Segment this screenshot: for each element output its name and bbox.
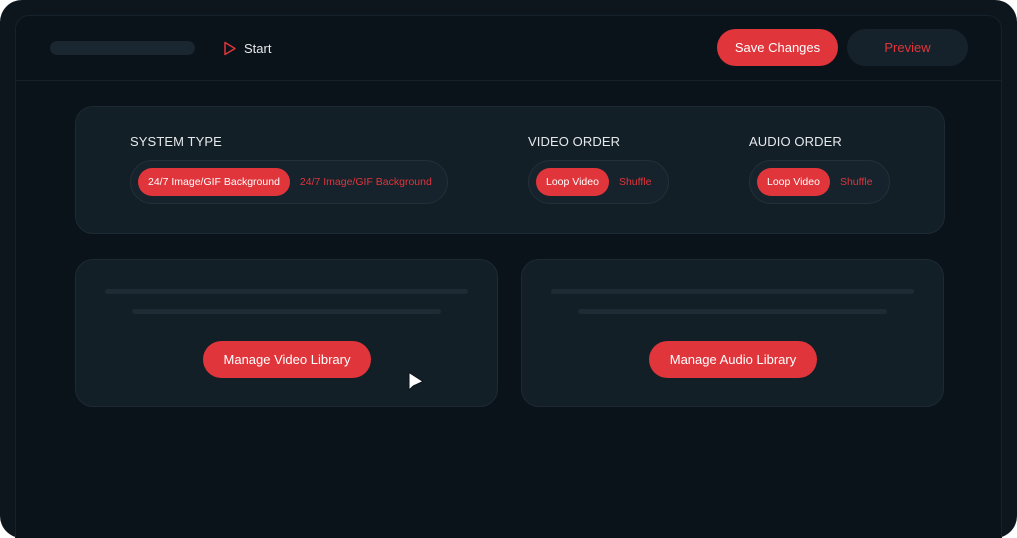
- save-changes-button[interactable]: Save Changes: [717, 29, 838, 66]
- start-button[interactable]: Start: [223, 38, 271, 58]
- video-library-card: Manage Video Library: [75, 259, 498, 407]
- system-type-option-2[interactable]: 24/7 Image/GIF Background: [290, 168, 442, 196]
- preview-button[interactable]: Preview: [847, 29, 968, 66]
- text-placeholder-line: [132, 309, 441, 314]
- system-type-title: SYSTEM TYPE: [130, 134, 222, 149]
- app-window: Start Save Changes Preview SYSTEM TYPE 2…: [15, 15, 1002, 538]
- text-placeholder-line: [105, 289, 468, 294]
- audio-order-title: AUDIO ORDER: [749, 134, 842, 149]
- start-label: Start: [244, 40, 272, 56]
- audio-order-shuffle-option[interactable]: Shuffle: [830, 168, 883, 196]
- manage-video-library-button[interactable]: Manage Video Library: [203, 341, 371, 378]
- manage-audio-library-button[interactable]: Manage Audio Library: [649, 341, 817, 378]
- title-placeholder: [50, 41, 195, 55]
- device-frame: Start Save Changes Preview SYSTEM TYPE 2…: [0, 0, 1017, 538]
- video-order-title: VIDEO ORDER: [528, 134, 621, 149]
- mouse-pointer-icon: [407, 371, 425, 398]
- system-type-selector: 24/7 Image/GIF Background 24/7 Image/GIF…: [130, 160, 448, 204]
- video-order-shuffle-option[interactable]: Shuffle: [609, 168, 662, 196]
- audio-order-loop-option[interactable]: Loop Video: [757, 168, 830, 196]
- play-icon: [223, 41, 237, 56]
- video-order-loop-option[interactable]: Loop Video: [536, 168, 609, 196]
- audio-library-card: Manage Audio Library: [521, 259, 944, 407]
- playback-settings-card: SYSTEM TYPE 24/7 Image/GIF Background 24…: [75, 106, 945, 234]
- text-placeholder-line: [578, 309, 887, 314]
- audio-order-selector: Loop Video Shuffle: [749, 160, 890, 204]
- top-bar: Start Save Changes Preview: [16, 16, 1001, 81]
- system-type-option-1[interactable]: 24/7 Image/GIF Background: [138, 168, 290, 196]
- video-order-selector: Loop Video Shuffle: [528, 160, 669, 204]
- text-placeholder-line: [551, 289, 914, 294]
